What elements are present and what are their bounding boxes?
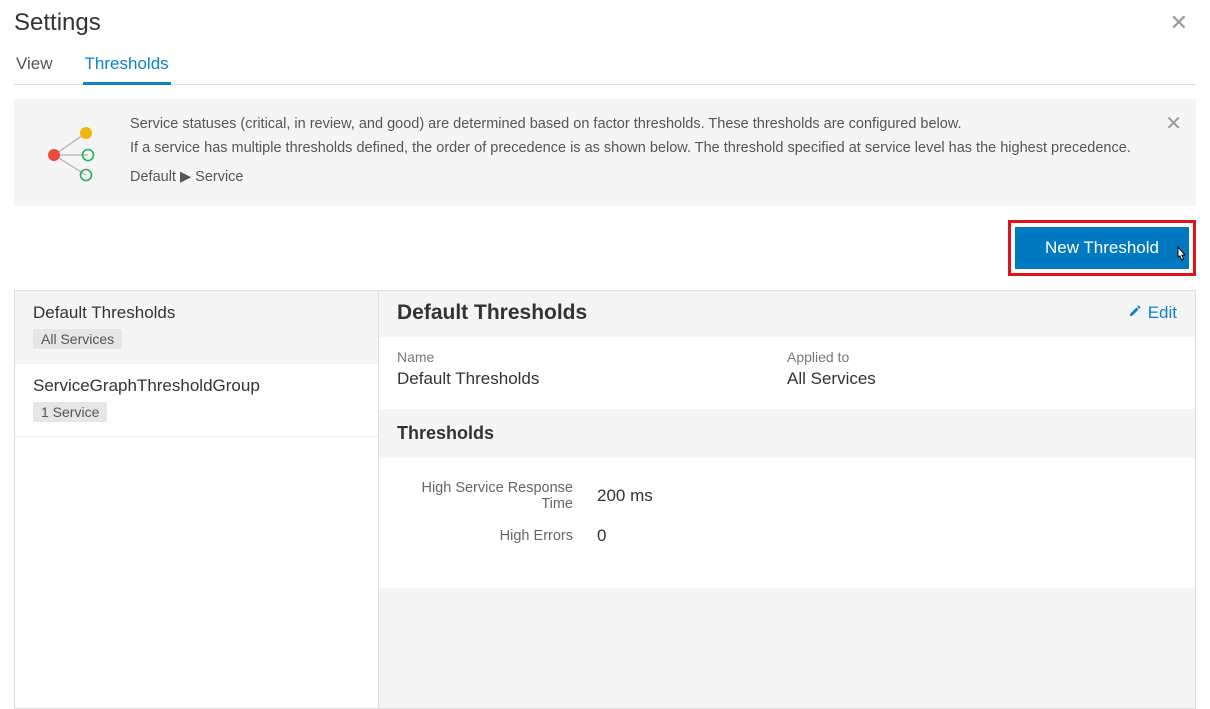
meta-name-value: Default Thresholds (397, 369, 787, 389)
sidebar-item-badge: 1 Service (33, 402, 107, 422)
tab-view[interactable]: View (14, 48, 55, 85)
meta-applied-label: Applied to (787, 349, 1177, 365)
page-title: Settings (14, 9, 101, 37)
threshold-label: High Errors (397, 528, 597, 544)
meta-applied-value: All Services (787, 369, 1177, 389)
threshold-value: 200 ms (597, 486, 653, 506)
close-icon[interactable]: ✕ (1162, 6, 1196, 40)
threshold-row: High Service Response Time 200 ms (397, 480, 1177, 512)
highlight-box: New Threshold (1008, 220, 1196, 276)
empty-footer-region (379, 588, 1195, 708)
threshold-label: High Service Response Time (397, 480, 597, 512)
sidebar-item-title: Default Thresholds (33, 303, 360, 323)
info-banner: Service statuses (critical, in review, a… (14, 99, 1196, 206)
detail-panel: Default Thresholds Edit Name Default Thr… (379, 291, 1195, 708)
sidebar-item-default-thresholds[interactable]: Default Thresholds All Services (15, 291, 378, 364)
pencil-icon (1128, 303, 1142, 323)
edit-label: Edit (1148, 303, 1177, 323)
service-graph-icon (32, 113, 112, 183)
threshold-row: High Errors 0 (397, 526, 1177, 546)
meta-name-label: Name (397, 349, 787, 365)
sidebar-item-servicegraphthresholdgroup[interactable]: ServiceGraphThresholdGroup 1 Service (15, 364, 378, 437)
info-precedence: Default ▶ Service (130, 166, 1178, 188)
thresholds-section-header: Thresholds (379, 409, 1195, 458)
info-line-2: If a service has multiple thresholds def… (130, 137, 1178, 159)
info-line-1: Service statuses (critical, in review, a… (130, 113, 1178, 135)
tab-thresholds[interactable]: Thresholds (83, 48, 171, 85)
sidebar-item-badge: All Services (33, 329, 122, 349)
main-panel: Default Thresholds All Services ServiceG… (14, 290, 1196, 709)
threshold-list-sidebar: Default Thresholds All Services ServiceG… (15, 291, 379, 708)
new-threshold-button[interactable]: New Threshold (1015, 227, 1189, 269)
detail-title: Default Thresholds (397, 301, 587, 325)
edit-button[interactable]: Edit (1128, 303, 1177, 323)
tabs: View Thresholds (14, 48, 1196, 85)
threshold-value: 0 (597, 526, 606, 546)
sidebar-item-title: ServiceGraphThresholdGroup (33, 376, 360, 396)
banner-close-icon[interactable]: ✕ (1165, 111, 1182, 136)
